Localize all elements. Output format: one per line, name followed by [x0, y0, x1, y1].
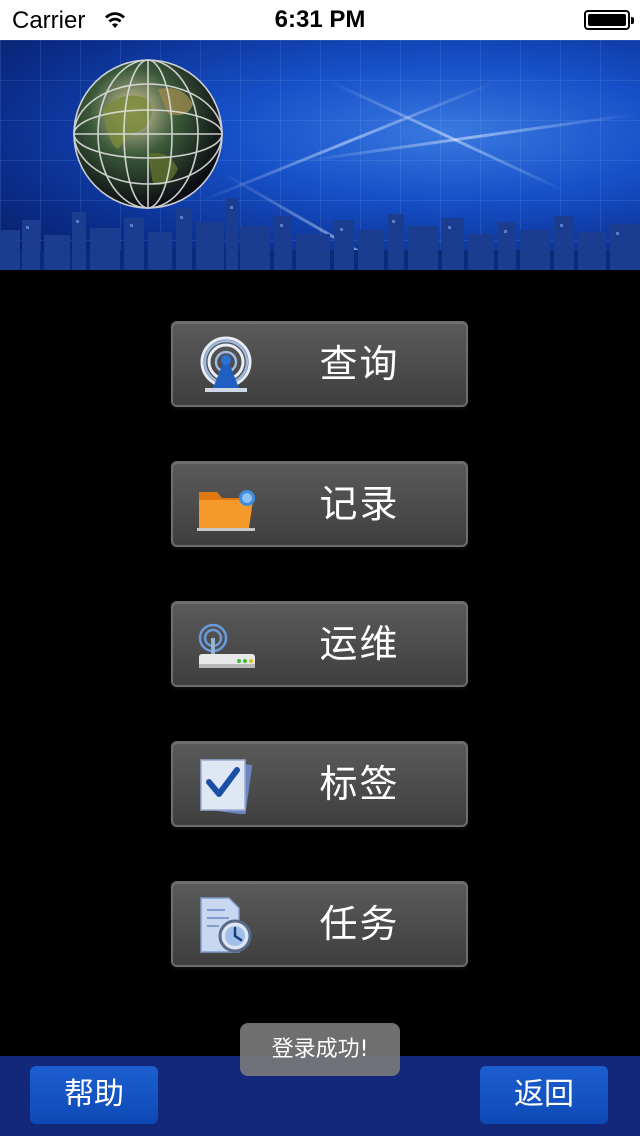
login-success-toast: 登录成功!: [240, 1023, 400, 1076]
battery-icon: [584, 10, 634, 30]
maintenance-button[interactable]: 运维: [171, 601, 468, 687]
help-button[interactable]: 帮助: [30, 1066, 158, 1124]
folder-icon: [197, 490, 255, 531]
task-label: 任务: [319, 902, 400, 946]
tag-label: 标签: [319, 762, 400, 806]
record-button[interactable]: 记录: [171, 461, 468, 547]
tag-button[interactable]: 标签: [171, 741, 468, 827]
status-bar: Carrier 6:31 PM: [0, 0, 640, 40]
query-button[interactable]: 查询: [171, 321, 468, 407]
task-button[interactable]: 任务: [171, 881, 468, 967]
clock-time: 6:31 PM: [274, 6, 366, 33]
back-button[interactable]: 返回: [480, 1066, 608, 1124]
router-icon: [198, 623, 255, 668]
header-banner: [0, 40, 640, 270]
checklist-icon: [200, 759, 253, 814]
clock-document-icon: [200, 897, 252, 953]
record-label: 记录: [319, 482, 400, 526]
maintenance-label: 运维: [319, 622, 400, 666]
query-label: 查询: [319, 342, 400, 386]
radar-icon: [200, 336, 252, 392]
city-skyline: [0, 198, 640, 270]
